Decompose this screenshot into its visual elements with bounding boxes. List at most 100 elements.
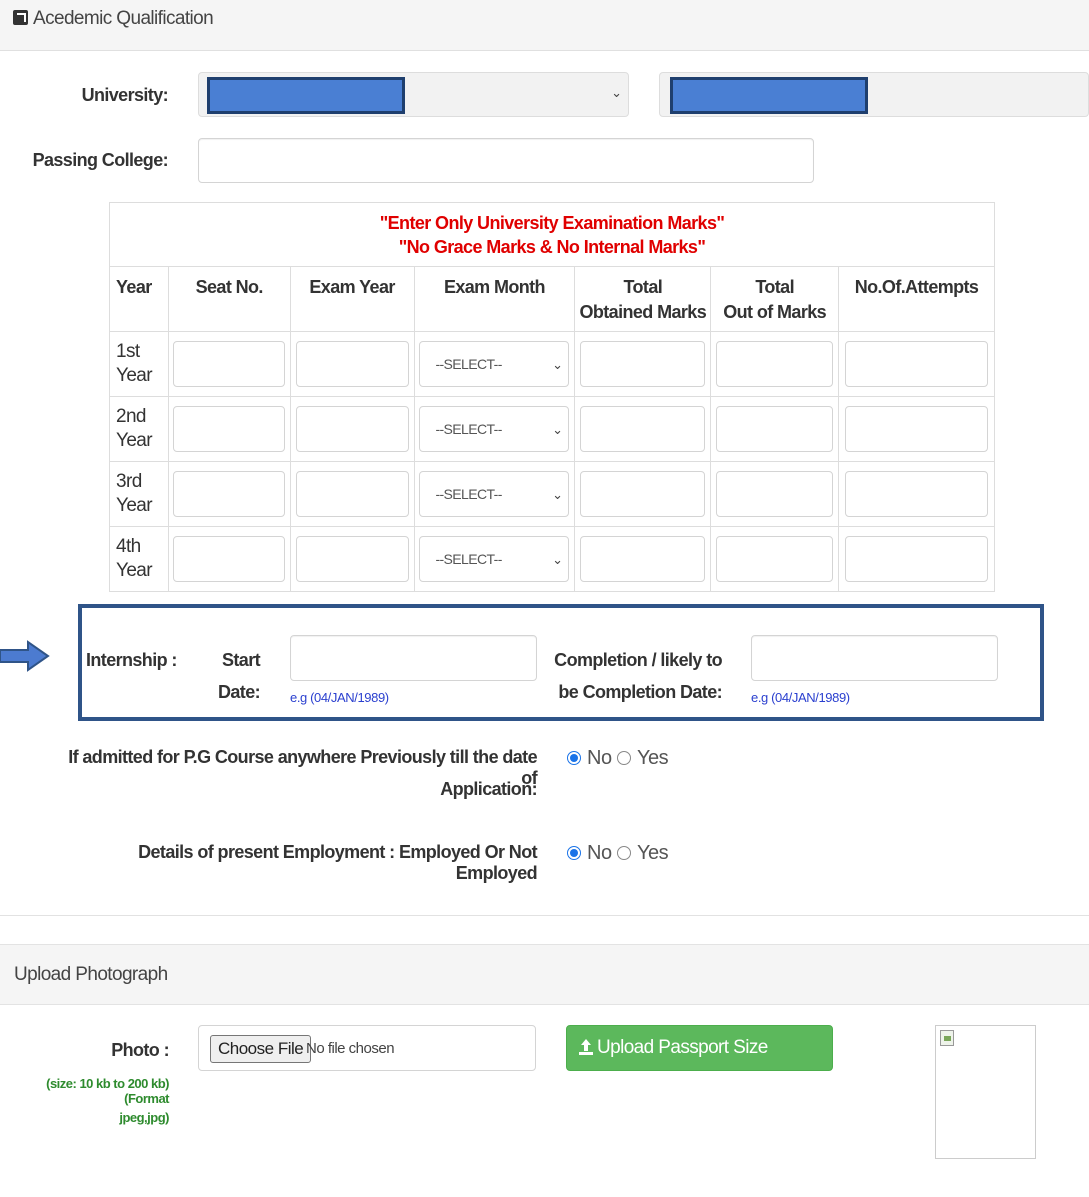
exam-month-select[interactable]: --SELECT-- ⌄: [419, 341, 570, 387]
out-of-marks-input[interactable]: [716, 406, 834, 452]
exam-year-input[interactable]: [295, 536, 409, 582]
employment-radio-yes[interactable]: [617, 846, 631, 860]
col-total-out-of: Total Out of Marks: [710, 266, 840, 332]
exam-month-select[interactable]: --SELECT-- ⌄: [419, 471, 570, 517]
exam-month-value: --SELECT--: [435, 486, 502, 502]
col-total-obtained-line1: Total: [623, 277, 663, 297]
photo-label: Photo :: [111, 1040, 169, 1060]
col-total-obtained-line2: Obtained Marks: [579, 302, 707, 322]
seat-no-input[interactable]: [173, 536, 286, 582]
photo-size-note-1: (size: 10 kb to 200 kb) (Format: [46, 1076, 169, 1106]
year-cell: 1st Year: [109, 331, 169, 397]
section-header-academic: Acedemic Qualification: [0, 0, 1089, 51]
chevron-down-icon: ⌄: [552, 422, 563, 437]
employment-no-label: No: [587, 842, 612, 864]
out-of-marks-input[interactable]: [716, 536, 834, 582]
attempts-input[interactable]: [845, 536, 989, 582]
obtained-marks-input[interactable]: [580, 471, 706, 517]
redacted-university-value: [207, 77, 405, 114]
section-divider: [0, 915, 1089, 916]
warning-line-2: "No Grace Marks & No Internal Marks": [398, 236, 706, 257]
start-date-label-2: Date:: [217, 682, 261, 702]
year-cell: 2nd Year: [109, 396, 169, 462]
photo-size-note-2: jpeg,jpg): [119, 1110, 169, 1125]
exam-year-input[interactable]: [295, 471, 409, 517]
year-cell: 4th Year: [109, 526, 169, 592]
table-row: 4th Year --SELECT-- ⌄: [109, 526, 995, 592]
pg-course-label-2: Application:: [440, 779, 537, 799]
obtained-marks-input[interactable]: [580, 406, 706, 452]
internship-label: Internship :: [86, 650, 177, 670]
chevron-down-icon: ⌄: [552, 357, 563, 372]
university-select[interactable]: ⌄: [198, 72, 629, 117]
col-exam-month: Exam Month: [413, 266, 576, 332]
section-title: Acedemic Qualification: [33, 8, 214, 29]
attempts-input[interactable]: [845, 406, 989, 452]
chevron-down-icon: ⌄: [611, 85, 622, 100]
university-detail-field[interactable]: [659, 72, 1089, 117]
college-input[interactable]: [198, 138, 814, 183]
year-num: 3rd: [116, 471, 142, 492]
out-of-marks-input[interactable]: [716, 341, 834, 387]
start-date-hint: e.g (04/JAN/1989): [290, 690, 389, 705]
completion-date-label-1: Completion / likely to: [554, 650, 722, 670]
out-of-marks-input[interactable]: [716, 471, 834, 517]
attempts-input[interactable]: [845, 471, 989, 517]
obtained-marks-input[interactable]: [580, 536, 706, 582]
obtained-marks-input[interactable]: [580, 341, 706, 387]
broken-image-icon: [940, 1030, 954, 1046]
upload-icon: [579, 1039, 593, 1055]
exam-month-value: --SELECT--: [435, 551, 502, 567]
internship-completion-input[interactable]: [751, 635, 998, 681]
completion-date-hint: e.g (04/JAN/1989): [751, 690, 850, 705]
upload-photo-button[interactable]: Upload Passport Size Photograph: [566, 1025, 833, 1102]
year-word: Year: [116, 495, 153, 516]
section-title: Upload Photograph: [14, 964, 168, 985]
choose-file-button[interactable]: Choose File: [210, 1035, 312, 1063]
employment-radio-no[interactable]: [567, 846, 581, 860]
section-header-photo: Upload Photograph: [0, 944, 1089, 1005]
col-total-out-of-line2: Out of Marks: [723, 302, 827, 322]
attempts-input[interactable]: [845, 341, 989, 387]
exam-year-input[interactable]: [295, 406, 409, 452]
col-year: Year: [109, 266, 169, 332]
pg-course-no-label: No: [587, 747, 612, 769]
redacted-university-detail: [670, 77, 868, 114]
completion-date-label-2: be Completion Date:: [558, 682, 722, 702]
chevron-down-icon: ⌄: [552, 487, 563, 502]
year-num: 2nd: [116, 406, 147, 427]
seat-no-input[interactable]: [173, 471, 286, 517]
year-word: Year: [116, 560, 153, 581]
exam-month-value: --SELECT--: [435, 421, 502, 437]
photo-file-input[interactable]: Choose File No file chosen: [198, 1025, 536, 1071]
arrow-right-icon: [0, 640, 50, 672]
table-row: 3rd Year --SELECT-- ⌄: [109, 461, 995, 527]
table-row: 2nd Year --SELECT-- ⌄: [109, 396, 995, 462]
year-num: 4th: [116, 536, 141, 557]
internship-start-input[interactable]: [290, 635, 537, 681]
year-word: Year: [116, 365, 153, 386]
table-row: 1st Year --SELECT-- ⌄: [109, 331, 995, 397]
seat-no-input[interactable]: [173, 406, 286, 452]
start-date-label-1: Start: [221, 650, 261, 670]
exam-month-value: --SELECT--: [435, 356, 502, 372]
year-num: 1st: [116, 341, 140, 362]
university-label: University:: [81, 85, 169, 105]
employment-yes-label: Yes: [637, 842, 669, 864]
col-seat-no: Seat No.: [167, 266, 291, 332]
upload-button-label: Upload Passport Size Photograph: [579, 1037, 768, 1102]
col-total-out-of-line1: Total: [755, 277, 794, 297]
chevron-down-icon: ⌄: [552, 552, 563, 567]
photo-preview: [935, 1025, 1036, 1159]
employment-label: Details of present Employment : Employed…: [138, 842, 537, 883]
marks-table: "Enter Only University Examination Marks…: [109, 202, 995, 592]
exam-month-select[interactable]: --SELECT-- ⌄: [419, 536, 570, 582]
exam-year-input[interactable]: [295, 341, 409, 387]
exam-month-select[interactable]: --SELECT-- ⌄: [419, 406, 570, 452]
seat-no-input[interactable]: [173, 341, 286, 387]
col-exam-year: Exam Year: [289, 266, 415, 332]
pg-course-radio-no[interactable]: [567, 751, 581, 765]
warning-line-1: "Enter Only University Examination Marks…: [379, 212, 725, 233]
file-status: No file chosen: [306, 1040, 395, 1057]
pg-course-radio-yes[interactable]: [617, 751, 631, 765]
